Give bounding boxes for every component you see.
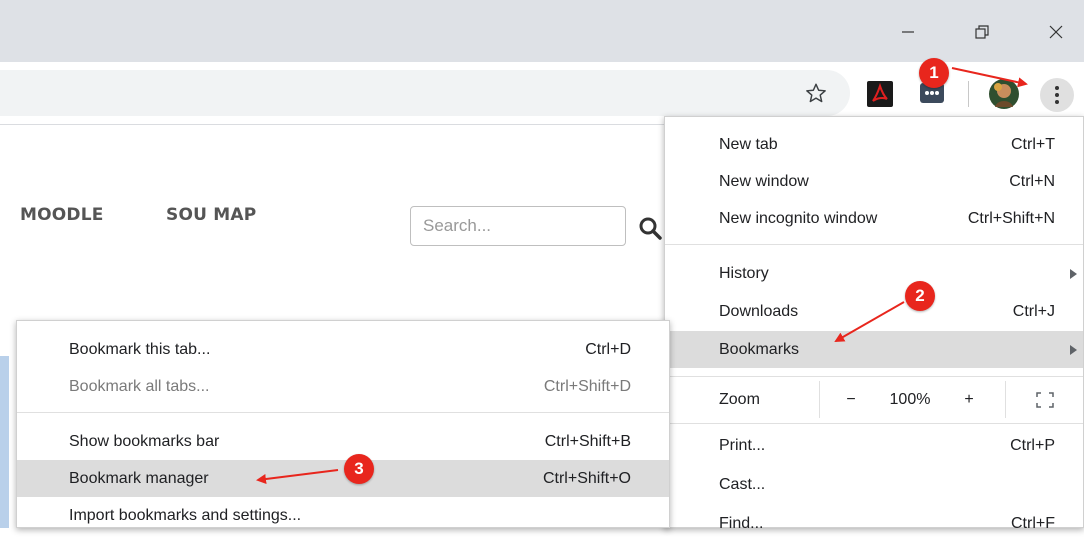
menu-item-find[interactable]: Find... Ctrl+F (665, 505, 1083, 542)
menu-item-label: Zoom (719, 390, 760, 408)
menu-item-cast[interactable]: Cast... (665, 466, 1083, 503)
fullscreen-button[interactable] (1015, 381, 1075, 418)
menu-item-label: Bookmark all tabs... (69, 377, 210, 395)
submenu-arrow-icon (1070, 268, 1077, 279)
bookmarks-submenu: Bookmark this tab... Ctrl+D Bookmark all… (16, 320, 670, 528)
zoom-out-button[interactable]: − (831, 381, 871, 418)
menu-item-label: New window (719, 172, 809, 190)
restore-button[interactable] (962, 14, 1002, 50)
menu-item-label: Bookmark this tab... (69, 340, 211, 358)
annotation-badge-1: 1 (919, 58, 949, 88)
menu-item-shortcut: Ctrl+Shift+B (544, 432, 631, 450)
nav-link-sou-map[interactable]: SOU MAP (166, 205, 256, 225)
adobe-pdf-extension-button[interactable] (866, 80, 894, 108)
menu-item-shortcut: Ctrl+P (1010, 436, 1055, 454)
menu-item-zoom: Zoom − 100% + (665, 381, 1083, 418)
menu-item-downloads[interactable]: Downloads Ctrl+J (665, 293, 1083, 330)
browser-menu-button[interactable] (1040, 78, 1074, 112)
close-icon (1049, 25, 1063, 39)
menu-item-shortcut: Ctrl+N (1009, 172, 1055, 190)
zoom-divider (819, 381, 820, 418)
submenu-item-show-bookmarks-bar[interactable]: Show bookmarks bar Ctrl+Shift+B (17, 423, 669, 460)
page-side-accent (0, 356, 9, 528)
menu-separator (665, 244, 1083, 245)
window-titlebar (0, 0, 1084, 62)
profile-button[interactable] (988, 78, 1020, 110)
profile-avatar (989, 79, 1019, 109)
menu-item-label: New tab (719, 135, 778, 153)
menu-item-new-incognito-window[interactable]: New incognito window Ctrl+Shift+N (665, 200, 1083, 237)
menu-item-shortcut: Ctrl+J (1012, 302, 1055, 320)
menu-item-print[interactable]: Print... Ctrl+P (665, 427, 1083, 464)
menu-item-label: New incognito window (719, 209, 878, 227)
kebab-menu-icon (1055, 86, 1059, 104)
menu-item-label: Print... (719, 436, 766, 454)
annotation-badge-2: 2 (905, 281, 935, 311)
zoom-level: 100% (889, 390, 931, 408)
menu-separator (665, 423, 1083, 424)
close-button[interactable] (1036, 14, 1076, 50)
menu-item-bookmarks[interactable]: Bookmarks (665, 331, 1083, 368)
annotation-badge-3: 3 (344, 454, 374, 484)
toolbar-separator (968, 81, 969, 107)
star-icon (806, 83, 826, 103)
menu-item-label: Bookmark manager (69, 469, 209, 487)
menu-item-new-window[interactable]: New window Ctrl+N (665, 163, 1083, 200)
restore-icon (975, 25, 989, 39)
search-button[interactable] (636, 214, 664, 242)
menu-item-label: History (719, 264, 769, 282)
browser-main-menu: New tab Ctrl+T New window Ctrl+N New inc… (664, 116, 1084, 532)
minimize-icon (902, 31, 914, 33)
menu-item-label: Downloads (719, 302, 799, 320)
menu-item-shortcut: Ctrl+Shift+N (967, 209, 1055, 227)
address-bar[interactable] (0, 70, 850, 116)
menu-item-label: Show bookmarks bar (69, 432, 220, 450)
menu-separator (17, 412, 669, 413)
zoom-divider (1005, 381, 1006, 418)
menu-item-history[interactable]: History (665, 255, 1083, 292)
menu-item-shortcut: Ctrl+D (585, 340, 631, 358)
menu-item-shortcut: Ctrl+Shift+O (542, 469, 631, 487)
bookmark-star-button[interactable] (800, 78, 832, 108)
submenu-item-bookmark-all-tabs[interactable]: Bookmark all tabs... Ctrl+Shift+D (17, 368, 669, 405)
menu-item-label: Bookmarks (719, 340, 800, 358)
fullscreen-icon (1036, 391, 1054, 408)
zoom-in-button[interactable]: + (949, 381, 989, 418)
submenu-item-import-bookmarks[interactable]: Import bookmarks and settings... (17, 497, 669, 534)
menu-item-label: Find... (719, 514, 764, 532)
search-icon (639, 217, 662, 240)
search-input[interactable] (410, 206, 626, 246)
menu-item-label: Import bookmarks and settings... (69, 506, 302, 524)
submenu-arrow-icon (1070, 344, 1077, 355)
adobe-pdf-extension-icon (867, 81, 893, 107)
menu-item-label: Cast... (719, 475, 766, 493)
menu-item-shortcut: Ctrl+T (1011, 135, 1055, 153)
submenu-item-bookmark-manager[interactable]: Bookmark manager Ctrl+Shift+O (17, 460, 669, 497)
submenu-item-bookmark-this-tab[interactable]: Bookmark this tab... Ctrl+D (17, 331, 669, 368)
nav-link-moodle[interactable]: MOODLE (20, 205, 104, 225)
menu-item-new-tab[interactable]: New tab Ctrl+T (665, 126, 1083, 163)
minimize-button[interactable] (888, 14, 928, 50)
menu-separator (665, 376, 1083, 377)
menu-item-shortcut: Ctrl+F (1011, 514, 1055, 532)
menu-item-shortcut: Ctrl+Shift+D (543, 377, 631, 395)
